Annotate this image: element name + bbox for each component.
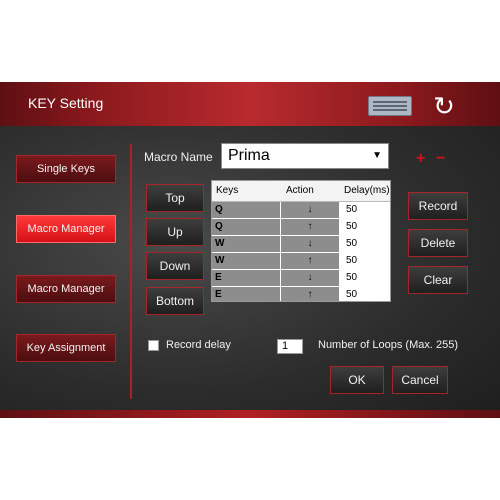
cancel-button[interactable]: Cancel <box>392 366 448 394</box>
cell-action: ↓ <box>280 202 339 218</box>
cell-delay: 50 <box>346 204 358 215</box>
loops-input[interactable]: 1 <box>277 339 303 354</box>
sidebar-item-key-assignment[interactable]: Key Assignment <box>16 334 116 362</box>
cell-key: W <box>212 236 280 252</box>
macro-table: Keys Action Delay(ms) Q ↓ 50 Q ↑ 50 W ↓ … <box>211 180 391 302</box>
table-row[interactable]: Q ↑ 50 <box>212 219 390 236</box>
table-row[interactable]: E ↑ 50 <box>212 287 390 301</box>
record-button[interactable]: Record <box>408 192 468 220</box>
add-macro-icon[interactable]: + <box>416 150 425 168</box>
column-header-keys: Keys <box>216 185 239 196</box>
loops-label: Number of Loops (Max. 255) <box>318 339 459 351</box>
table-row[interactable]: Q ↓ 50 <box>212 202 390 219</box>
window-title: KEY Setting <box>28 95 104 111</box>
remove-macro-icon[interactable]: − <box>436 150 445 168</box>
divider <box>130 144 132 399</box>
column-header-delay: Delay(ms) <box>344 185 390 196</box>
cell-delay: 50 <box>346 289 358 300</box>
macro-name-select[interactable]: Prima ▼ <box>221 143 389 169</box>
keyboard-icon[interactable] <box>368 96 412 116</box>
move-up-button[interactable]: Up <box>146 218 204 246</box>
delete-button[interactable]: Delete <box>408 229 468 257</box>
record-delay-label: Record delay <box>166 339 231 351</box>
sidebar-item-macro-manager-active[interactable]: Macro Manager <box>16 215 116 243</box>
cell-delay: 50 <box>346 272 358 283</box>
chevron-down-icon: ▼ <box>372 150 382 161</box>
title-bar: KEY Setting ↻ <box>0 82 500 126</box>
macro-name-label: Macro Name <box>144 150 213 164</box>
move-down-button[interactable]: Down <box>146 252 204 280</box>
sidebar-item-single-keys[interactable]: Single Keys <box>16 155 116 183</box>
cell-action: ↓ <box>280 270 339 286</box>
table-row[interactable]: W ↑ 50 <box>212 253 390 270</box>
cell-action: ↓ <box>280 236 339 252</box>
cell-key: E <box>212 270 280 286</box>
cell-key: Q <box>212 219 280 235</box>
cell-action: ↑ <box>280 253 339 269</box>
move-top-button[interactable]: Top <box>146 184 204 212</box>
table-header: Keys Action Delay(ms) <box>212 181 390 202</box>
cell-action: ↑ <box>280 287 339 301</box>
cell-delay: 50 <box>346 255 358 266</box>
cell-key: W <box>212 253 280 269</box>
bottom-band <box>0 410 500 418</box>
cell-key: Q <box>212 202 280 218</box>
table-row[interactable]: E ↓ 50 <box>212 270 390 287</box>
ok-button[interactable]: OK <box>330 366 384 394</box>
clear-button[interactable]: Clear <box>408 266 468 294</box>
move-bottom-button[interactable]: Bottom <box>146 287 204 315</box>
macro-name-value: Prima <box>228 147 270 164</box>
cell-delay: 50 <box>346 238 358 249</box>
cell-action: ↑ <box>280 219 339 235</box>
cell-key: E <box>212 287 280 301</box>
record-delay-checkbox[interactable] <box>148 340 159 351</box>
column-header-action: Action <box>286 185 314 196</box>
table-row[interactable]: W ↓ 50 <box>212 236 390 253</box>
sidebar-item-macro-manager[interactable]: Macro Manager <box>16 275 116 303</box>
refresh-icon[interactable]: ↻ <box>430 92 458 120</box>
cell-delay: 50 <box>346 221 358 232</box>
